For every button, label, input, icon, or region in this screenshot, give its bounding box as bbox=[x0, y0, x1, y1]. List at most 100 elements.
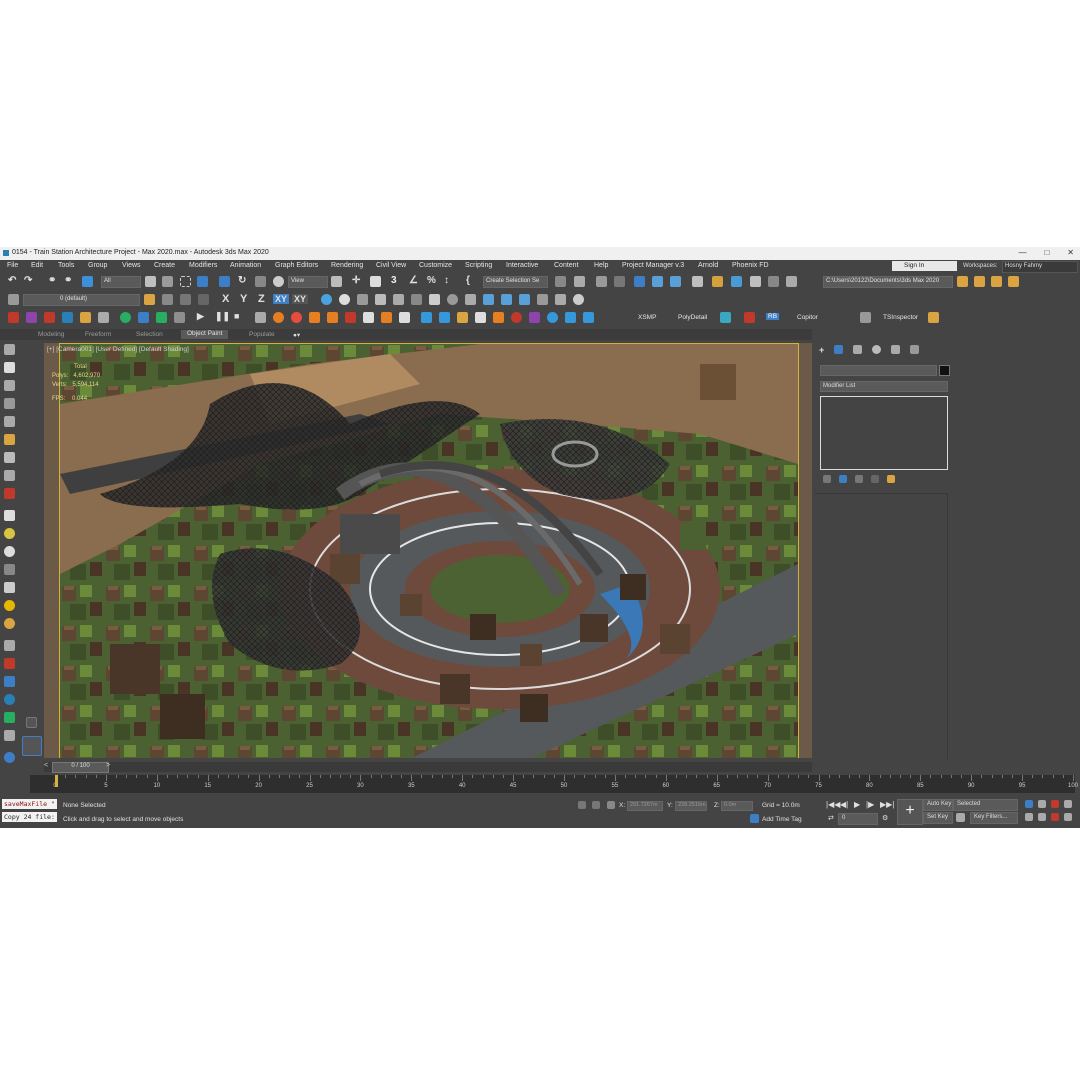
sign-in-button[interactable]: Sign In bbox=[892, 261, 957, 271]
smoke2-icon[interactable] bbox=[399, 312, 410, 323]
play-icon[interactable]: ▶ bbox=[197, 311, 204, 322]
pin-stack-icon[interactable] bbox=[823, 475, 831, 483]
left-tool-23-icon[interactable] bbox=[4, 752, 15, 763]
open-folder-icon[interactable] bbox=[974, 276, 985, 287]
left-tool-1-icon[interactable] bbox=[4, 344, 15, 355]
create-tab-icon[interactable]: + bbox=[819, 345, 824, 355]
toggle-toolbar-icon[interactable] bbox=[8, 294, 19, 305]
green-box-icon[interactable] bbox=[156, 312, 167, 323]
menu-help[interactable]: Help bbox=[594, 262, 608, 269]
axis-xy-cycle-button[interactable]: XY bbox=[292, 294, 309, 304]
tsinspector-icon[interactable] bbox=[860, 312, 871, 323]
play-animation-icon[interactable]: ▶ bbox=[854, 800, 860, 809]
project-path-dropdown[interactable]: C:\Users\20122\Documents\3ds Max 2020 bbox=[823, 276, 953, 288]
rb-red-icon[interactable] bbox=[744, 312, 755, 323]
left-tool-2-icon[interactable] bbox=[4, 362, 15, 373]
plugin-gold-icon[interactable] bbox=[80, 312, 91, 323]
ribbon-toggle-icon[interactable] bbox=[634, 276, 645, 287]
absolute-mode-icon[interactable] bbox=[607, 801, 615, 809]
select-and-rotate-icon[interactable]: ↻ bbox=[238, 275, 246, 286]
maxscript-listener[interactable]: saveMaxFile " bbox=[2, 799, 57, 809]
zoom-all-icon[interactable] bbox=[1038, 800, 1046, 808]
pause-icon[interactable]: ❚❚ bbox=[215, 311, 230, 322]
selection-lock-icon[interactable] bbox=[592, 801, 600, 809]
left-tool-9-icon[interactable] bbox=[4, 488, 15, 499]
menu-animation[interactable]: Animation bbox=[230, 262, 261, 269]
menu-create[interactable]: Create bbox=[154, 262, 175, 269]
edit-named-selection-icon[interactable]: { bbox=[466, 275, 470, 286]
select-manipulate-icon[interactable]: ✛ bbox=[352, 275, 360, 286]
redo-icon[interactable]: ↷ bbox=[24, 275, 32, 286]
unlink-icon[interactable]: ⚭ bbox=[64, 275, 72, 286]
ocean-icon[interactable] bbox=[583, 312, 594, 323]
blue-orb-icon[interactable] bbox=[547, 312, 558, 323]
plugin-red-icon[interactable] bbox=[8, 312, 19, 323]
array-icon[interactable] bbox=[393, 294, 404, 305]
align-icon[interactable] bbox=[574, 276, 585, 287]
menu-scripting[interactable]: Scripting bbox=[465, 262, 492, 269]
menu-views[interactable]: Views bbox=[122, 262, 141, 269]
normal-align-icon[interactable] bbox=[465, 294, 476, 305]
time-slider-thumb[interactable]: 0 / 100 bbox=[52, 762, 109, 773]
menu-graph-editors[interactable]: Graph Editors bbox=[275, 262, 318, 269]
pan-view-icon[interactable] bbox=[1038, 813, 1046, 821]
next-frame-arrow-icon[interactable]: > bbox=[106, 762, 110, 769]
remove-modifier-icon[interactable] bbox=[871, 475, 879, 483]
fire3-icon[interactable] bbox=[309, 312, 320, 323]
stop-icon[interactable]: ■ bbox=[234, 311, 239, 321]
pivot-center-icon[interactable] bbox=[331, 276, 342, 287]
display-tab-icon[interactable] bbox=[891, 345, 901, 354]
percent-snap-icon[interactable]: % bbox=[427, 275, 436, 286]
left-tool-19-icon[interactable] bbox=[4, 676, 15, 687]
prev-frame-arrow-icon[interactable]: < bbox=[44, 762, 48, 769]
set-keys-button[interactable]: + bbox=[897, 799, 923, 825]
key-mode-icon[interactable]: ⇄ bbox=[828, 814, 834, 822]
maxscript-output[interactable]: Copy 24 file: bbox=[2, 812, 57, 822]
axis-xy-button[interactable]: XY bbox=[273, 294, 290, 304]
object-name-field[interactable] bbox=[820, 365, 937, 376]
left-tool-21-icon[interactable] bbox=[4, 712, 15, 723]
left-tool-17-icon[interactable] bbox=[4, 640, 15, 651]
left-tool-16-icon[interactable] bbox=[4, 618, 15, 629]
mirror-icon[interactable] bbox=[555, 276, 566, 287]
current-frame-field[interactable]: 0 bbox=[838, 813, 878, 825]
left-tool-10-icon[interactable] bbox=[4, 510, 15, 521]
tab-selection[interactable]: Selection bbox=[136, 331, 163, 338]
lightbulb-icon[interactable] bbox=[573, 294, 584, 305]
fire6-icon[interactable] bbox=[381, 312, 392, 323]
rb-button[interactable]: RB bbox=[766, 313, 780, 320]
layer-properties-icon[interactable] bbox=[198, 294, 209, 305]
left-tool-4-icon[interactable] bbox=[4, 398, 15, 409]
axis-y-button[interactable]: Y bbox=[240, 293, 247, 305]
left-tool-3-icon[interactable] bbox=[4, 380, 15, 391]
copitor-button[interactable]: Copitor bbox=[797, 314, 818, 321]
menu-arnold[interactable]: Arnold bbox=[698, 262, 718, 269]
layer-explorer-icon[interactable] bbox=[614, 276, 625, 287]
tab-freeform[interactable]: Freeform bbox=[85, 331, 111, 338]
select-and-scale-icon[interactable] bbox=[255, 276, 266, 287]
cup-icon[interactable] bbox=[475, 312, 486, 323]
fire5-icon[interactable] bbox=[345, 312, 356, 323]
menu-customize[interactable]: Customize bbox=[419, 262, 452, 269]
named-selection-dropdown[interactable]: Create Selection Se bbox=[483, 276, 548, 288]
selection-filter-dropdown[interactable]: All bbox=[101, 276, 141, 288]
left-tool-5-icon[interactable] bbox=[4, 416, 15, 427]
add-time-tag[interactable]: Add Time Tag bbox=[762, 816, 802, 823]
scene-explorer-icon[interactable] bbox=[596, 276, 607, 287]
plugin-purple-icon[interactable] bbox=[26, 312, 37, 323]
cup2-icon[interactable] bbox=[493, 312, 504, 323]
liquid2-icon[interactable] bbox=[439, 312, 450, 323]
menu-group[interactable]: Group bbox=[88, 262, 107, 269]
plugin-blue-icon[interactable] bbox=[62, 312, 73, 323]
xsmp-button[interactable]: XSMP bbox=[638, 314, 656, 321]
zoom-extents-all-icon[interactable] bbox=[1064, 800, 1072, 808]
y-coord-field[interactable]: 228.2516m bbox=[675, 801, 707, 811]
purple-icon[interactable] bbox=[529, 312, 540, 323]
orbit-icon[interactable] bbox=[1051, 813, 1059, 821]
menu-edit[interactable]: Edit bbox=[31, 262, 43, 269]
menu-file[interactable]: File bbox=[7, 262, 18, 269]
bind-space-warp-icon[interactable] bbox=[82, 276, 93, 287]
place-icon[interactable] bbox=[273, 276, 284, 287]
motion-tab-icon[interactable] bbox=[872, 345, 882, 354]
axis-x-button[interactable]: X bbox=[222, 293, 229, 305]
